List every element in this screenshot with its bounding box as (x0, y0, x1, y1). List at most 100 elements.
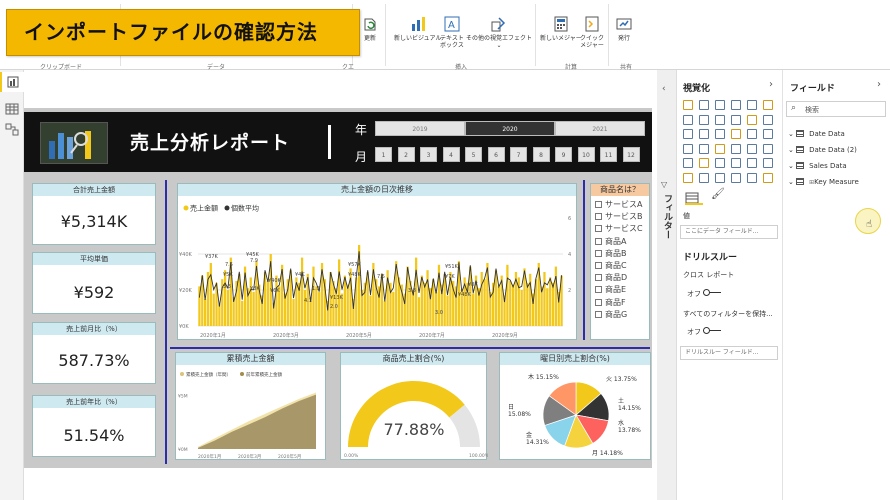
textbox-button[interactable]: A テキスト ボックス (440, 16, 464, 49)
month-button-4[interactable]: 4 (442, 147, 460, 162)
report-view-button[interactable] (0, 72, 24, 92)
visual-type-icon[interactable] (699, 158, 709, 168)
month-button-7[interactable]: 7 (510, 147, 527, 162)
keep-filters-toggle[interactable] (703, 326, 721, 334)
month-button-10[interactable]: 10 (577, 147, 595, 162)
visual-type-icon[interactable] (699, 114, 709, 125)
cumulative-sales-chart[interactable]: 累積売上金額 累積売上金額（年間） 前年累積売上金額 ¥0M ¥5M 2020年1月 20… (175, 352, 326, 460)
visual-type-icon[interactable] (699, 100, 709, 110)
visual-type-icon[interactable] (715, 100, 725, 110)
visual-type-icon[interactable] (747, 143, 757, 154)
field-table-date-data[interactable]: ⌄ Date Data (788, 130, 845, 138)
visual-type-icon[interactable] (731, 114, 741, 125)
month-button-9[interactable]: 9 (555, 147, 572, 162)
month-button-1[interactable]: 1 (375, 147, 392, 162)
visual-type-icon[interactable] (747, 158, 757, 168)
visual-type-icon[interactable] (715, 158, 725, 168)
visual-type-icon[interactable] (731, 129, 741, 139)
chevron-right-icon[interactable]: › (877, 79, 881, 90)
checkbox[interactable] (595, 225, 602, 233)
month-button-5[interactable]: 5 (465, 147, 482, 162)
visual-type-icon[interactable] (763, 143, 773, 154)
visual-type-icon[interactable] (747, 172, 757, 183)
model-view-button[interactable] (5, 122, 19, 141)
year-button-2019[interactable]: 2019 (375, 121, 465, 136)
slicer-item[interactable]: 商品G (595, 309, 643, 321)
slicer-item[interactable]: サービスC (595, 223, 643, 235)
chevron-left-icon[interactable]: ‹ (662, 84, 666, 94)
checkbox[interactable] (595, 237, 602, 245)
kpi-card-yoy[interactable]: 売上前年比（%） 51.54% (32, 395, 156, 457)
visual-type-icon[interactable] (763, 114, 773, 125)
more-visuals-button[interactable]: その他の視覚エフェクト ⌄ (466, 16, 532, 49)
visual-type-icon[interactable] (699, 172, 709, 183)
chevron-right-icon[interactable]: › (769, 79, 773, 90)
month-button-8[interactable]: 8 (532, 147, 550, 162)
visual-type-icon[interactable] (715, 114, 725, 125)
visual-type-icon[interactable] (715, 143, 725, 154)
format-tab[interactable]: 🖌 (711, 187, 725, 200)
visual-type-icon[interactable] (683, 158, 693, 168)
month-button-11[interactable]: 11 (600, 147, 617, 162)
publish-button[interactable]: 発行 (616, 16, 632, 42)
new-measure-button[interactable]: 新しいメジャー (540, 16, 582, 42)
month-button-12[interactable]: 12 (622, 147, 640, 162)
visual-type-icon[interactable] (731, 143, 741, 154)
month-button-6[interactable]: 6 (487, 147, 505, 162)
new-visual-button[interactable]: 新しいビジュアル (394, 16, 441, 42)
visual-type-icon[interactable] (747, 100, 757, 110)
product-share-gauge[interactable]: 商品売上割合(%) 77.88% 0.00% 100.00% (340, 352, 488, 460)
slicer-item[interactable]: サービスA (595, 199, 643, 211)
checkbox[interactable] (595, 286, 602, 294)
slicer-item[interactable]: サービスB (595, 211, 643, 223)
filter-pane-collapsed[interactable]: ‹ ▽ フィルター (657, 70, 677, 500)
visual-type-icon[interactable] (683, 143, 693, 154)
year-button-2020[interactable]: 2020 (465, 121, 555, 136)
visual-type-icon[interactable] (699, 129, 709, 139)
slicer-item[interactable]: 商品C (595, 260, 643, 272)
quick-measure-button[interactable]: クイック メジャー (580, 16, 604, 49)
slicer-item[interactable]: 商品B (595, 248, 643, 260)
visual-type-icon[interactable] (747, 129, 757, 139)
slicer-item[interactable]: 商品E (595, 284, 643, 296)
field-table-date-data-2[interactable]: ⌄ Date Data (2) (788, 146, 857, 154)
visual-type-icon[interactable] (683, 129, 693, 139)
visual-type-icon[interactable] (715, 129, 725, 139)
kpi-card-total-sales[interactable]: 合計売上金額 ¥5,314K (32, 183, 156, 245)
checkbox[interactable] (595, 274, 602, 282)
checkbox[interactable] (595, 298, 602, 306)
checkbox[interactable] (595, 201, 602, 208)
slicer-item[interactable]: 商品F (595, 297, 643, 309)
visual-type-icon[interactable] (683, 100, 693, 110)
daily-sales-chart[interactable]: 売上金額の日次推移 売上金額 個数平均 ¥0K ¥20K ¥40K 2 4 6 ¥37K 7.5 ¥… (177, 183, 577, 340)
checkbox[interactable] (595, 261, 602, 269)
visual-type-icon[interactable] (699, 143, 709, 154)
field-search[interactable]: ⌕ 検索 (786, 101, 886, 117)
visual-type-icon[interactable] (763, 129, 773, 139)
field-table-sales-data[interactable]: ⌄ Sales Data (788, 162, 847, 170)
visual-type-icon[interactable] (715, 172, 725, 183)
slicer-item[interactable]: 商品D (595, 272, 643, 284)
product-slicer[interactable]: 商品名は？ サービスA サービスB サービスC 商品A 商品B 商品C 商品D 商品E 商品F 商… (590, 183, 650, 340)
refresh-button[interactable]: 更新 (362, 16, 378, 42)
visual-type-icon[interactable] (683, 172, 693, 183)
drillthrough-drop-zone[interactable]: ドリルスルー フィールド... (680, 346, 778, 360)
year-button-2021[interactable]: 2021 (555, 121, 645, 136)
data-view-button[interactable] (5, 100, 19, 119)
visual-type-icon[interactable] (731, 172, 741, 183)
fields-tab[interactable] (685, 189, 699, 208)
values-drop-zone[interactable]: ここにデータ フィールド... (680, 225, 778, 239)
visual-type-icon[interactable] (763, 100, 773, 110)
checkbox[interactable] (595, 213, 602, 221)
field-table-key-measure[interactable]: ⌄ ⊞Key Measure (788, 178, 859, 186)
visual-type-icon[interactable] (731, 158, 741, 168)
visual-type-icon[interactable] (683, 114, 693, 125)
month-button-3[interactable]: 3 (420, 147, 437, 162)
kpi-card-mom[interactable]: 売上前月比（%） 587.73% (32, 322, 156, 384)
kpi-card-avg-price[interactable]: 平均単価 ¥592 (32, 252, 156, 314)
checkbox[interactable] (595, 310, 602, 318)
visual-type-icon[interactable] (747, 114, 757, 125)
slicer-item[interactable]: 商品A (595, 236, 643, 248)
cross-report-toggle[interactable] (703, 288, 721, 296)
checkbox[interactable] (595, 249, 602, 257)
